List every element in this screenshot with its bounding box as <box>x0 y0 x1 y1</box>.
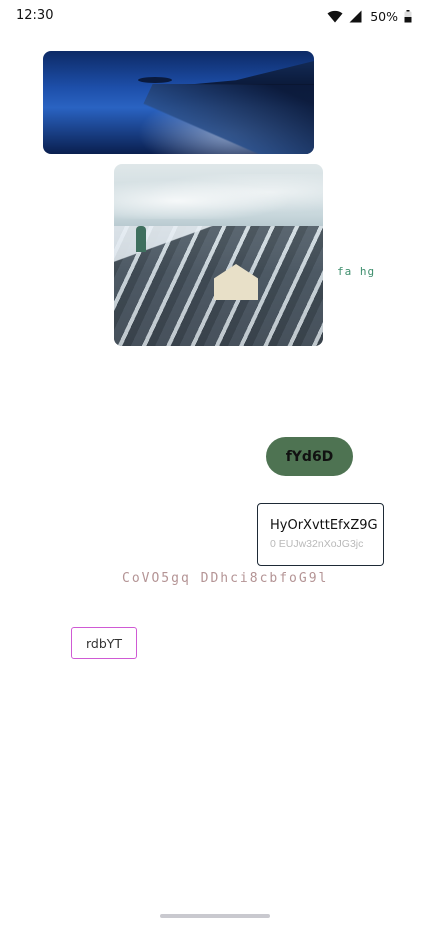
battery-percent: 50% <box>370 8 398 24</box>
ocean-photo <box>43 51 314 154</box>
screen: 12:30 50% fa hg fYd6D HyOrXvttEfxZ9G 0 E… <box>0 0 430 932</box>
wifi-icon <box>327 10 343 23</box>
status-time: 12:30 <box>16 8 54 23</box>
city-photo <box>114 164 323 346</box>
home-indicator[interactable] <box>160 914 270 918</box>
mono-text-line: CoVO5gq DDhci8cbfoG9l <box>122 571 329 586</box>
card-title: HyOrXvttEfxZ9G <box>270 518 378 533</box>
card-subtitle: 0 EUJw32nXoJG3jc <box>270 538 364 550</box>
status-icons: 50% <box>327 7 412 25</box>
signal-icon <box>349 10 362 23</box>
info-card[interactable]: HyOrXvttEfxZ9G 0 EUJw32nXoJG3jc <box>257 503 384 566</box>
city-clouds <box>114 174 323 219</box>
battery-icon <box>404 9 412 23</box>
ocean-shore <box>115 84 314 154</box>
status-bar: 12:30 50% <box>0 0 430 34</box>
caption-small: fa hg <box>337 265 376 278</box>
city-tower <box>136 226 146 252</box>
ocean-hills <box>184 61 314 85</box>
ocean-island <box>138 77 172 83</box>
outline-button[interactable]: rdbYT <box>71 627 137 659</box>
pill-button[interactable]: fYd6D <box>266 437 353 476</box>
